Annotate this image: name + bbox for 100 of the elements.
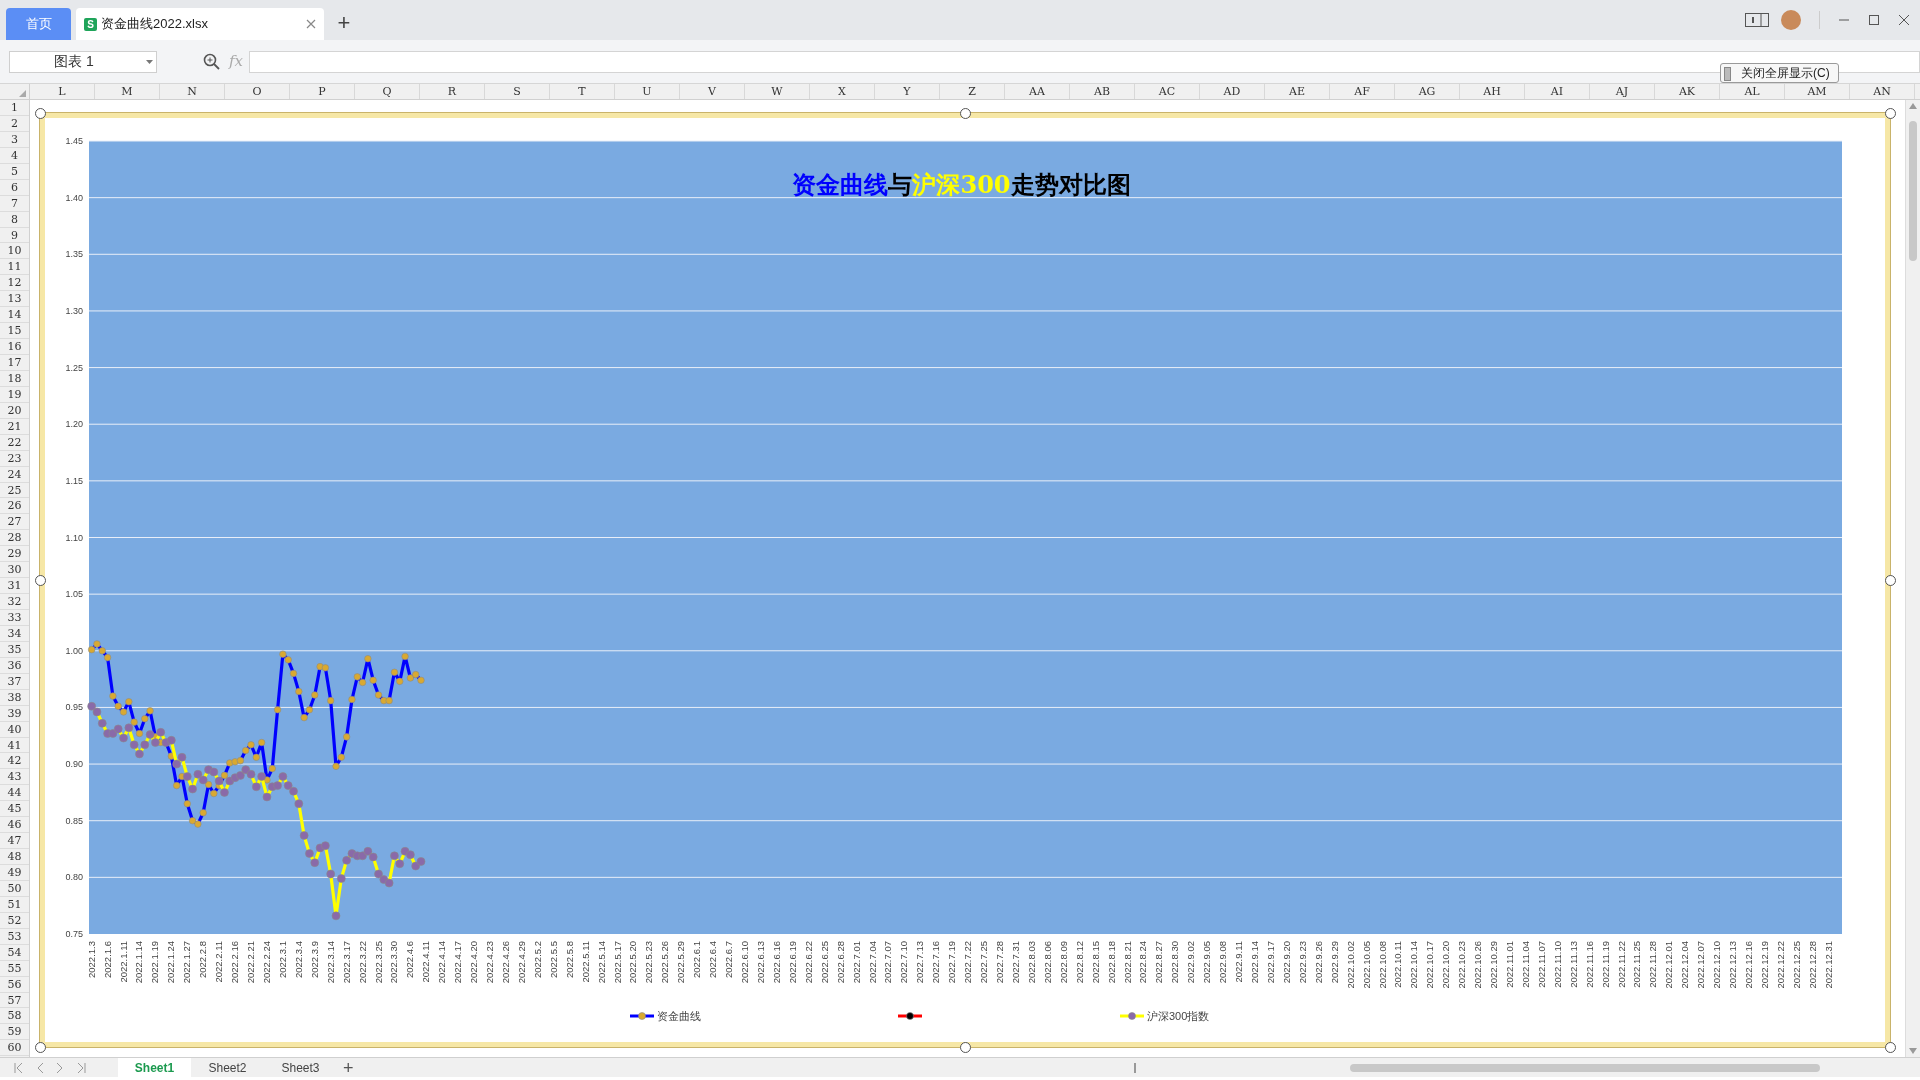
row-header[interactable]: 8 bbox=[0, 211, 29, 228]
column-header[interactable]: AC bbox=[1135, 84, 1200, 99]
column-header[interactable]: AM bbox=[1785, 84, 1850, 99]
row-header[interactable]: 35 bbox=[0, 641, 29, 658]
row-header[interactable]: 4 bbox=[0, 147, 29, 164]
row-header[interactable]: 21 bbox=[0, 418, 29, 435]
maximize-icon[interactable] bbox=[1868, 14, 1880, 26]
row-header[interactable]: 26 bbox=[0, 498, 29, 515]
exit-fullscreen-button[interactable]: 关闭全屏显示(C) bbox=[1720, 63, 1839, 83]
column-header[interactable]: AA bbox=[1005, 84, 1070, 99]
layout-icon[interactable] bbox=[1745, 13, 1769, 27]
row-header[interactable]: 9 bbox=[0, 227, 29, 244]
resize-handle[interactable] bbox=[960, 108, 971, 119]
row-header[interactable]: 11 bbox=[0, 259, 29, 276]
column-header[interactable]: S bbox=[485, 84, 550, 99]
name-box[interactable]: 图表 1 bbox=[9, 50, 157, 73]
column-header[interactable]: AB bbox=[1070, 84, 1135, 99]
row-header[interactable]: 16 bbox=[0, 339, 29, 355]
row-header[interactable]: 29 bbox=[0, 546, 29, 563]
row-header[interactable]: 24 bbox=[0, 466, 29, 483]
column-header[interactable]: W bbox=[745, 84, 810, 99]
column-header[interactable]: O bbox=[225, 84, 290, 99]
column-header[interactable]: AG bbox=[1395, 84, 1460, 99]
row-header[interactable]: 34 bbox=[0, 625, 29, 642]
resize-handle[interactable] bbox=[960, 1042, 971, 1053]
row-header[interactable]: 51 bbox=[0, 896, 29, 913]
row-header[interactable]: 14 bbox=[0, 307, 29, 324]
row-header[interactable]: 52 bbox=[0, 912, 29, 929]
row-header[interactable]: 57 bbox=[0, 992, 29, 1009]
row-header[interactable]: 53 bbox=[0, 928, 29, 945]
row-header[interactable]: 10 bbox=[0, 243, 29, 260]
avatar[interactable] bbox=[1781, 10, 1801, 30]
row-header[interactable]: 56 bbox=[0, 976, 29, 993]
column-header[interactable]: X bbox=[810, 84, 875, 99]
row-header[interactable]: 3 bbox=[0, 131, 29, 148]
row-header[interactable]: 43 bbox=[0, 769, 29, 786]
row-header[interactable]: 31 bbox=[0, 578, 29, 595]
column-header[interactable]: AN bbox=[1850, 84, 1915, 99]
row-header[interactable]: 15 bbox=[0, 323, 29, 340]
row-header[interactable]: 2 bbox=[0, 115, 29, 132]
column-header[interactable]: AD bbox=[1200, 84, 1265, 99]
scroll-up-icon[interactable] bbox=[1909, 103, 1917, 109]
row-header[interactable]: 20 bbox=[0, 402, 29, 419]
row-header[interactable]: 25 bbox=[0, 482, 29, 499]
row-header[interactable]: 36 bbox=[0, 657, 29, 674]
new-tab-button[interactable]: + bbox=[332, 11, 356, 35]
column-header[interactable]: AI bbox=[1525, 84, 1590, 99]
row-header[interactable]: 60 bbox=[0, 1040, 29, 1057]
column-header[interactable]: Q bbox=[355, 84, 420, 99]
row-header[interactable]: 49 bbox=[0, 865, 29, 881]
next-sheet-icon[interactable] bbox=[57, 1062, 63, 1073]
column-header[interactable]: AJ bbox=[1590, 84, 1655, 99]
row-header[interactable]: 30 bbox=[0, 562, 29, 579]
column-header[interactable]: M bbox=[95, 84, 160, 99]
last-sheet-icon[interactable] bbox=[77, 1062, 86, 1073]
sheet-tab[interactable]: Sheet1 bbox=[118, 1058, 191, 1077]
row-header[interactable]: 54 bbox=[0, 944, 29, 961]
row-header[interactable]: 40 bbox=[0, 721, 29, 738]
row-header[interactable]: 12 bbox=[0, 275, 29, 292]
vertical-scrollbar-thumb[interactable] bbox=[1909, 121, 1917, 261]
row-header[interactable]: 50 bbox=[0, 880, 29, 897]
column-header[interactable]: V bbox=[680, 84, 745, 99]
row-header[interactable]: 23 bbox=[0, 450, 29, 467]
resize-handle[interactable] bbox=[1885, 108, 1896, 119]
row-header[interactable]: 6 bbox=[0, 179, 29, 196]
dropdown-icon[interactable] bbox=[146, 59, 153, 65]
row-header[interactable]: 32 bbox=[0, 594, 29, 610]
resize-handle[interactable] bbox=[35, 575, 46, 586]
column-header[interactable]: AH bbox=[1460, 84, 1525, 99]
zoom-icon[interactable] bbox=[203, 53, 220, 70]
column-header[interactable]: Y bbox=[875, 84, 940, 99]
resize-handle[interactable] bbox=[35, 108, 46, 119]
resize-handle[interactable] bbox=[1885, 575, 1896, 586]
row-header[interactable]: 5 bbox=[0, 163, 29, 180]
column-header[interactable]: T bbox=[550, 84, 615, 99]
close-tab-icon[interactable] bbox=[306, 19, 316, 29]
row-header[interactable]: 45 bbox=[0, 801, 29, 818]
column-header[interactable]: AE bbox=[1265, 84, 1330, 99]
column-header[interactable]: R bbox=[420, 84, 485, 99]
row-header[interactable]: 38 bbox=[0, 689, 29, 706]
column-header[interactable]: L bbox=[30, 84, 95, 99]
row-header[interactable]: 27 bbox=[0, 514, 29, 531]
horizontal-scrollbar-thumb[interactable] bbox=[1350, 1063, 1820, 1072]
row-header[interactable]: 48 bbox=[0, 849, 29, 865]
column-header[interactable]: AK bbox=[1655, 84, 1720, 99]
row-header[interactable]: 42 bbox=[0, 753, 29, 770]
row-header[interactable]: 17 bbox=[0, 355, 29, 371]
column-header[interactable]: N bbox=[160, 84, 225, 99]
row-header[interactable]: 46 bbox=[0, 817, 29, 834]
row-header[interactable]: 19 bbox=[0, 386, 29, 403]
sheet-tab[interactable]: Sheet2 bbox=[191, 1058, 264, 1077]
row-header[interactable]: 1 bbox=[0, 100, 29, 116]
row-header[interactable]: 7 bbox=[0, 195, 29, 212]
scroll-down-icon[interactable] bbox=[1909, 1048, 1917, 1054]
select-all-icon[interactable] bbox=[19, 90, 26, 97]
row-header[interactable]: 47 bbox=[0, 833, 29, 850]
column-header[interactable]: Z bbox=[940, 84, 1005, 99]
close-icon[interactable] bbox=[1898, 14, 1910, 26]
row-header[interactable]: 18 bbox=[0, 370, 29, 387]
row-header[interactable]: 22 bbox=[0, 434, 29, 451]
